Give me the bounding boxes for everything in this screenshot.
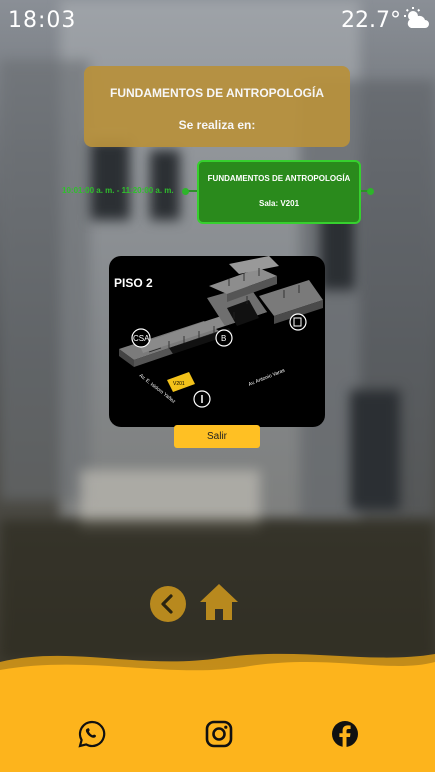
highlighted-room-label: V201 <box>173 381 185 387</box>
temperature-readout: 22.7° <box>341 8 401 33</box>
timeline-dot-start <box>182 188 189 195</box>
class-card-title: FUNDAMENTOS DE ANTROPOLOGÍA <box>207 174 351 183</box>
exit-button[interactable]: Salir <box>174 425 260 448</box>
back-button[interactable] <box>150 586 186 622</box>
b-marker-label: B <box>221 334 226 343</box>
location-subtitle: Se realiza en: <box>178 118 256 132</box>
csa-marker-label: CSA <box>133 334 150 343</box>
street-label-left: Av. E. Isidoro Yañez <box>138 373 177 405</box>
whatsapp-icon[interactable] <box>78 720 106 748</box>
course-title: FUNDAMENTOS DE ANTROPOLOGÍA <box>109 86 324 100</box>
floor-map: V201 CSA B Av. E. Isidoro Yañez Av. Anto… <box>109 256 325 427</box>
class-time-range: 10:01:00 a. m. - 11:20:00 a. m. <box>62 186 174 195</box>
chevron-left-icon <box>161 594 173 614</box>
class-card-room: Sala: V201 <box>258 199 300 208</box>
timeline-dot-end <box>367 188 374 195</box>
class-card[interactable]: FUNDAMENTOS DE ANTROPOLOGÍA Sala: V201 <box>197 160 361 224</box>
partly-cloudy-icon <box>404 7 429 28</box>
floor-label: PISO 2 <box>114 276 153 290</box>
restroom-icon <box>289 313 307 331</box>
home-icon <box>200 584 238 620</box>
status-bar: 18:03 22.7° <box>0 0 435 40</box>
facebook-icon[interactable] <box>331 720 359 748</box>
street-label-right: Av. Antonio Varas <box>248 368 287 388</box>
home-button[interactable] <box>198 582 240 622</box>
course-header-card: FUNDAMENTOS DE ANTROPOLOGÍA Se realiza e… <box>84 66 350 147</box>
clock-time: 18:03 <box>8 8 77 33</box>
instagram-icon[interactable] <box>205 720 233 748</box>
